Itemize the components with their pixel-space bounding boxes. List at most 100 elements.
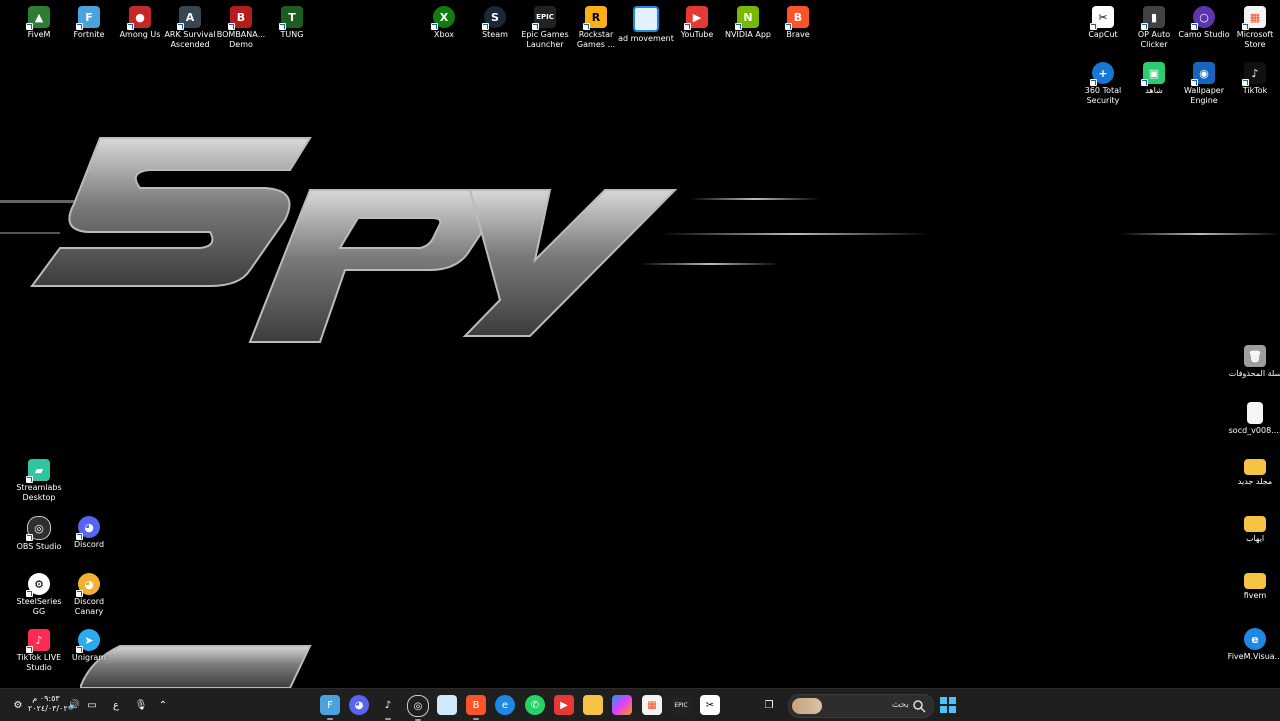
search-highlight-image [792,698,822,714]
desktop-icon-youtube[interactable]: ▶ YouTube [672,6,722,40]
desktop-icon-unigram[interactable]: ➤ Unigram [64,629,114,663]
fivem-icon: ▲ [26,6,50,30]
among-us-icon: ● [127,6,151,30]
desktop-icon-streamlabs[interactable]: ▰ Streamlabs Desktop [14,459,64,503]
desktop-icon-tung[interactable]: T TUNG [267,6,317,40]
xbox-icon: X [431,6,455,30]
desktop-icon-tiktok[interactable]: ♪ TikTok [1230,62,1280,96]
mouse-icon: ▮ [1141,6,1165,30]
discord-icon: ◕ [76,516,100,540]
rockstar-icon: R [583,6,607,30]
taskbar-epic-icon[interactable]: EPIC [671,695,691,715]
desktop-icon-steelseries[interactable]: ⚙ SteelSeries GG [14,573,64,617]
desktop-icon-recycle-bin[interactable]: 🗑 سلة المحذوفات [1229,345,1280,379]
desktop-icon-bombana[interactable]: B BOMBANA... Demo [216,6,266,50]
fortnite-icon: F [76,6,100,30]
desktop-icon-fivem[interactable]: ▲ FiveM [14,6,64,40]
volume-icon[interactable]: 🔊 [64,695,84,715]
desktop-icon-capcut[interactable]: ✂ CapCut [1078,6,1128,40]
desktop-icon-wallpaper-engine[interactable]: ◉ Wallpaper Engine [1179,62,1229,106]
desktop-icon-new-folder[interactable]: مجلد جديد [1230,459,1280,487]
desktop-icon-op-auto-clicker[interactable]: ▮ OP Auto Clicker [1129,6,1179,50]
desktop-icon-ehab-folder[interactable]: ايهاب [1230,516,1280,544]
microsoft-store-icon: ▦ [1242,6,1266,30]
taskbar-search[interactable]: بحث [788,694,934,718]
taskbar-file-explorer-icon[interactable] [583,695,603,715]
youtube-icon: ▶ [684,6,708,30]
taskbar: ⚙ ٠٩:٥٣ م ٢٠٢٤/٠٣/٠٢ 🔊 ▭ ع 🎙 ⌃ F ◕ ♪ ◎ B… [0,688,1280,721]
epic-games-icon: EPIC [532,6,556,30]
desktop-icon-ark[interactable]: A ARK Survival Ascended [164,6,216,50]
desktop-icon-camo[interactable]: ○ Camo Studio [1178,6,1230,40]
obs-icon: ◎ [26,516,51,541]
clock-date: ٢٠٢٤/٠٣/٠٢ [28,704,68,713]
desktop-icon-360-security[interactable]: +360 Total Security [1078,62,1128,106]
taskbar-edge-icon[interactable]: e [495,695,515,715]
taskbar-youtube-icon[interactable]: ▶ [554,695,574,715]
steam-icon: S [482,6,506,30]
wallpaper-engine-icon: ◉ [1191,62,1215,86]
wallpaper-logo-fragment [80,645,312,688]
recycle-bin-icon: 🗑 [1244,345,1266,367]
search-icon [913,700,926,713]
desktop-icon-fivem-visual[interactable]: e FiveM.Visua... [1228,628,1280,662]
desktop-icon-discord[interactable]: ◕ Discord [64,516,114,550]
settings-icon[interactable]: ⚙ [8,695,28,715]
tung-icon: T [279,6,303,30]
desktop-icon-socd-file[interactable]: socd_v008.... [1229,402,1280,436]
file-icon [1247,402,1263,424]
desktop-icon-xbox[interactable]: X Xbox [419,6,469,40]
taskbar-ad-movement-icon[interactable] [437,695,457,715]
tiktok-icon: ♪ [1242,62,1266,86]
desktop-icon-obs[interactable]: ◎ OBS Studio [14,516,64,552]
taskbar-store-icon[interactable]: ▦ [642,695,662,715]
ad-movement-icon [633,6,659,32]
desktop-icon-rockstar[interactable]: R Rockstar Games ... [571,6,621,50]
capcut-icon: ✂ [1090,6,1114,30]
clock[interactable]: ٠٩:٥٣ م ٢٠٢٤/٠٣/٠٢ [28,694,68,714]
desktop-icon-steam[interactable]: S Steam [470,6,520,40]
telegram-icon: ➤ [76,629,100,653]
discord-canary-icon: ◕ [76,573,100,597]
brave-icon: B [785,6,809,30]
folder-icon [1244,516,1266,532]
taskbar-brave-icon[interactable]: B [466,695,486,720]
chevron-up-icon[interactable]: ⌃ [153,695,173,715]
desktop-icon-nvidia[interactable]: N NVIDIA App [723,6,773,40]
network-icon[interactable]: ▭ [82,695,102,715]
shahid-icon: ▣ [1141,62,1165,86]
desktop-icon-among-us[interactable]: ● Among Us [115,6,165,40]
desktop-icon-brave[interactable]: B Brave [773,6,823,40]
taskbar-obs-icon[interactable]: ◎ [407,695,429,721]
desktop-icon-ad-movement[interactable]: ad movement [618,6,674,44]
clock-time: ٠٩:٥٣ م [32,694,60,703]
desktop-icon-microsoft-store[interactable]: ▦ Microsoft Store [1230,6,1280,50]
windows-start-icon[interactable] [938,695,958,715]
edge-icon: e [1244,628,1266,650]
taskbar-fortnite-icon[interactable]: F [320,695,340,720]
taskbar-copilot-icon[interactable] [612,695,632,715]
taskbar-whatsapp-icon[interactable]: ✆ [525,695,545,715]
desktop-icon-fortnite[interactable]: F Fortnite [64,6,114,40]
search-placeholder: بحث [891,700,909,710]
nvidia-icon: N [735,6,759,30]
desktop-icon-epic[interactable]: EPIC Epic Games Launcher [520,6,570,50]
desktop: ▲ FiveM F Fortnite ● Among Us A ARK Survival… [0,0,1280,688]
desktop-icon-tiktok-live[interactable]: ♪ TikTok LIVE Studio [14,629,64,673]
desktop-icon-shahid[interactable]: ▣ شاهد [1129,62,1179,96]
desktop-icon-discord-canary[interactable]: ◕ Discord Canary [64,573,114,617]
taskbar-tiktok-icon[interactable]: ♪ [378,695,398,720]
taskbar-capcut-icon[interactable]: ✂ [700,695,720,715]
camo-icon: ○ [1191,6,1215,30]
taskbar-discord-icon[interactable]: ◕ [349,695,369,715]
tiktok-live-icon: ♪ [26,629,50,653]
bombana-icon: B [228,6,252,30]
task-view-icon[interactable]: ❐ [759,695,779,715]
ark-icon: A [177,6,201,30]
desktop-icon-fivem-folder[interactable]: fivem [1230,573,1280,601]
microphone-icon[interactable]: 🎙 [131,695,151,715]
folder-icon [1244,459,1266,475]
folder-icon [1244,573,1266,589]
streamlabs-icon: ▰ [26,459,50,483]
language-indicator[interactable]: ع [106,695,126,715]
